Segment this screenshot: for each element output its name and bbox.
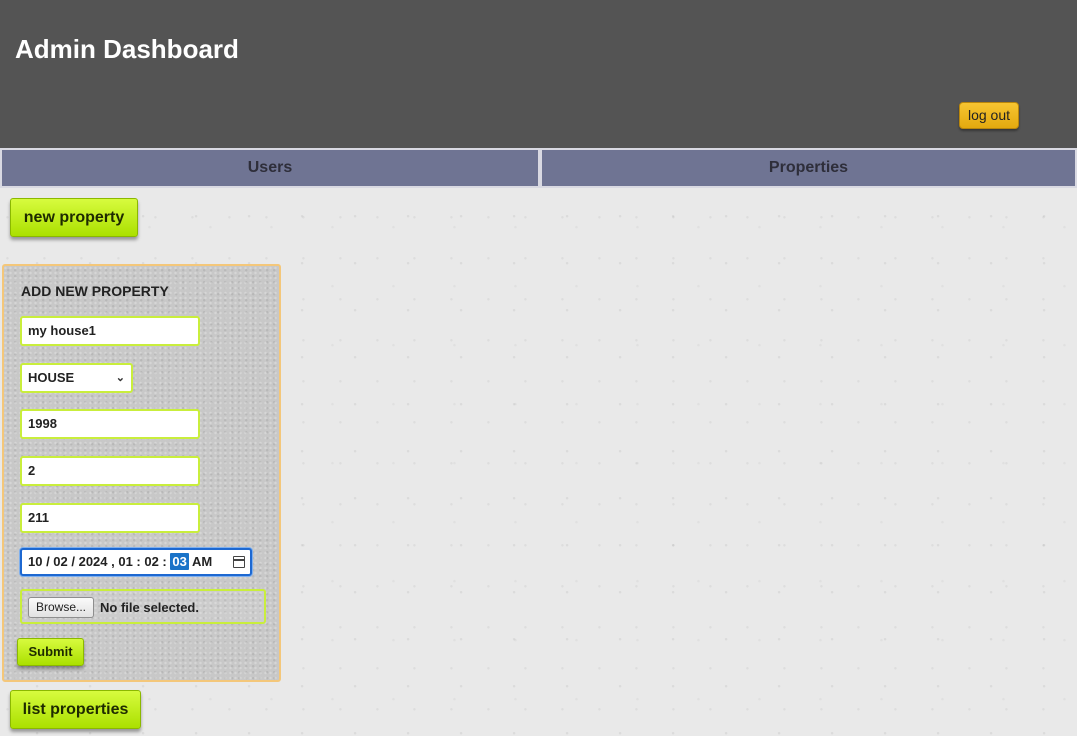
tab-users[interactable]: Users [0,148,540,188]
logout-button[interactable]: log out [959,102,1019,129]
browse-button[interactable]: Browse... [28,597,94,618]
property-type-value: HOUSE [28,370,75,385]
submit-button[interactable]: Submit [17,638,84,666]
list-properties-button[interactable]: list properties [10,690,141,729]
year-built-input[interactable]: 1998 [20,409,200,439]
datetime-input[interactable]: 10 / 02 / 2024 , 01 : 02 : 03 AM [20,548,252,576]
datetime-value: 10 / 02 / 2024 , 01 : 02 : [28,554,171,569]
datetime-selected-segment: 03 [170,553,189,570]
property-type-select[interactable]: HOUSE ⌄ [20,363,133,393]
new-property-button[interactable]: new property [10,198,138,237]
area-input[interactable]: 211 [20,503,200,533]
page-title: Admin Dashboard [15,34,239,64]
chevron-down-icon: ⌄ [115,372,125,384]
app-header: Admin Dashboard log out [0,0,1077,148]
rooms-input[interactable]: 2 [20,456,200,486]
file-status-text: No file selected. [100,600,199,615]
datetime-ampm: AM [191,554,213,569]
tab-properties[interactable]: Properties [540,148,1077,188]
nav-tabs: Users Properties [0,148,1077,188]
calendar-icon[interactable] [233,556,245,568]
property-name-input[interactable]: my house1 [20,316,200,346]
add-property-form: ADD NEW PROPERTY my house1 HOUSE ⌄ 1998 … [2,264,281,682]
file-upload-field: Browse... No file selected. [20,589,266,624]
form-title: ADD NEW PROPERTY [21,283,169,299]
